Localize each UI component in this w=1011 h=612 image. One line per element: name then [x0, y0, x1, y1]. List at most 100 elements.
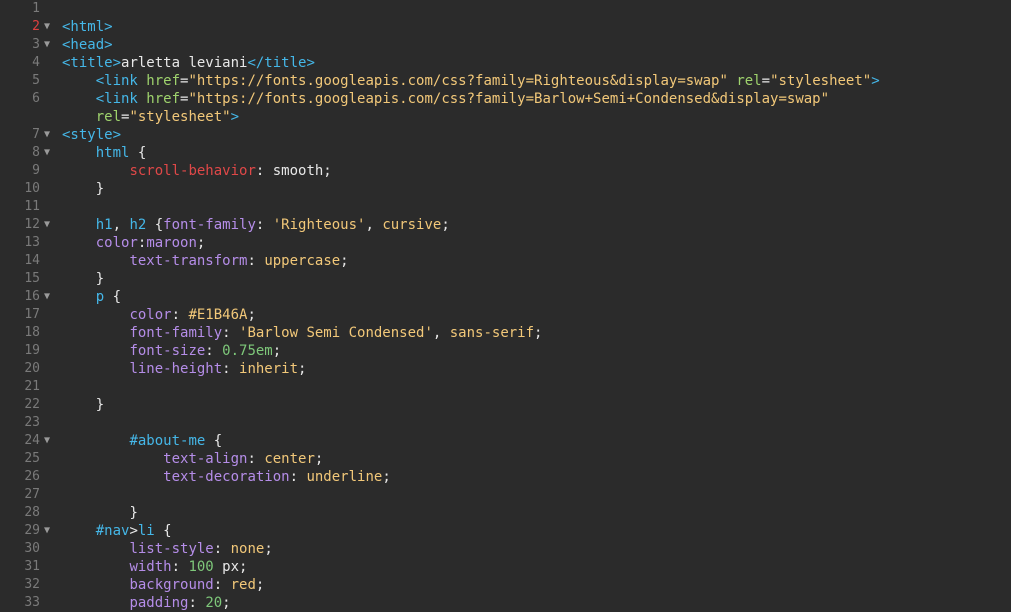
- code-token: :: [213, 541, 231, 557]
- code-token: href: [146, 73, 181, 89]
- code-line[interactable]: 20 line-height: inherit;: [0, 360, 1011, 378]
- code-token: {: [146, 217, 164, 233]
- line-number: 11: [24, 199, 40, 214]
- code-line[interactable]: 4 <title>arletta leviani</title>: [0, 54, 1011, 72]
- line-number: 1: [32, 1, 40, 16]
- code-token: ;: [222, 595, 231, 611]
- fold-arrow-icon[interactable]: ▼: [44, 36, 56, 54]
- code-line[interactable]: 14 text-transform: uppercase;: [0, 252, 1011, 270]
- code-line[interactable]: 25 text-align: center;: [0, 450, 1011, 468]
- code-token: #E1B46A: [188, 307, 248, 323]
- code-line[interactable]: 22}: [0, 396, 1011, 414]
- line-number: 30: [24, 541, 40, 556]
- fold-arrow-icon[interactable]: ▼: [44, 18, 56, 36]
- code-line[interactable]: 19 font-size: 0.75em;: [0, 342, 1011, 360]
- code-token: "https://fonts.googleapis.com/css?family…: [188, 73, 728, 89]
- code-token: sans-serif: [449, 325, 535, 341]
- code-token: }: [95, 181, 105, 197]
- code-token: {: [205, 433, 223, 449]
- fold-arrow-icon[interactable]: ▼: [44, 522, 56, 540]
- code-token: <style>: [62, 127, 122, 143]
- line-number: 31: [24, 559, 40, 574]
- code-line[interactable]: 29 ▼ #nav>li {: [0, 522, 1011, 540]
- code-token: rel: [736, 73, 762, 89]
- code-line[interactable]: 18 font-family: 'Barlow Semi Condensed', …: [0, 324, 1011, 342]
- line-number: 5: [32, 73, 40, 88]
- code-token: :: [205, 343, 223, 359]
- code-token: none: [230, 541, 265, 557]
- code-token: uppercase: [264, 253, 341, 269]
- code-line[interactable]: 2 ▼ <html>: [0, 18, 1011, 36]
- fold-arrow-icon[interactable]: ▼: [44, 432, 56, 450]
- code-token: text-transform: [129, 253, 248, 269]
- code-line[interactable]: 10}: [0, 180, 1011, 198]
- code-line[interactable]: 32 background: red;: [0, 576, 1011, 594]
- line-number: 16: [24, 289, 40, 304]
- code-token: 'Barlow Semi Condensed': [239, 325, 433, 341]
- code-token: 'Righteous': [272, 217, 366, 233]
- code-token: padding: [129, 595, 189, 611]
- line-number: 7: [32, 127, 40, 142]
- code-token: center: [264, 451, 315, 467]
- code-token: }: [129, 505, 138, 521]
- code-token: <link: [95, 91, 147, 107]
- code-line[interactable]: 6 <link href="https://fonts.googleapis.co…: [0, 90, 1011, 108]
- code-line[interactable]: 27: [0, 486, 1011, 504]
- code-line[interactable]: 17 color: #E1B46A;: [0, 306, 1011, 324]
- code-token: :: [289, 469, 307, 485]
- code-line[interactable]: 23: [0, 414, 1011, 432]
- code-text: line-height: inherit;: [129, 360, 306, 378]
- code-line[interactable]: 31 width: 100 px;: [0, 558, 1011, 576]
- code-token: ;: [196, 235, 206, 251]
- code-token: :: [171, 559, 189, 575]
- code-token: font-size: [129, 343, 206, 359]
- code-line[interactable]: 1: [0, 0, 1011, 18]
- code-token: red: [230, 577, 256, 593]
- code-line[interactable]: 16 ▼ p {: [0, 288, 1011, 306]
- code-line[interactable]: 30 list-style: none;: [0, 540, 1011, 558]
- code-token: >: [129, 523, 138, 539]
- code-token: <head>: [62, 37, 113, 53]
- code-line[interactable]: 26 text-decoration: underline;: [0, 468, 1011, 486]
- line-number: 17: [24, 307, 40, 322]
- code-token: rel: [95, 109, 122, 125]
- code-line[interactable]: 11: [0, 198, 1011, 216]
- code-line[interactable]: 33 padding: 20;: [0, 594, 1011, 612]
- code-line[interactable]: rel="stylesheet">: [0, 108, 1011, 126]
- fold-arrow-icon[interactable]: ▼: [44, 144, 56, 162]
- line-number: 18: [24, 325, 40, 340]
- code-token: text-decoration: [163, 469, 290, 485]
- code-line[interactable]: 5 <link href = "https://fonts.googleapis.co…: [0, 72, 1011, 90]
- code-token: "stylesheet": [129, 109, 231, 125]
- code-line[interactable]: 13 color:maroon;: [0, 234, 1011, 252]
- code-token: }: [95, 397, 105, 413]
- code-token: "stylesheet": [770, 73, 872, 89]
- fold-arrow-icon[interactable]: ▼: [44, 216, 56, 234]
- code-token: px;: [213, 559, 248, 575]
- line-number: 27: [24, 487, 40, 502]
- code-token: arletta leviani: [121, 55, 248, 71]
- code-line[interactable]: 3 ▼ <head>: [0, 36, 1011, 54]
- code-line[interactable]: 28}: [0, 504, 1011, 522]
- code-line[interactable]: 8 ▼ html {: [0, 144, 1011, 162]
- code-token: :: [171, 307, 189, 323]
- code-token: ;: [382, 469, 391, 485]
- code-text: <style>: [62, 126, 121, 144]
- code-line[interactable]: 15}: [0, 270, 1011, 288]
- fold-arrow-icon[interactable]: ▼: [44, 288, 56, 306]
- code-text: }: [129, 504, 137, 522]
- line-number: 28: [24, 505, 40, 520]
- code-token: list-style: [129, 541, 214, 557]
- fold-arrow-icon[interactable]: ▼: [44, 126, 56, 144]
- code-line[interactable]: 21: [0, 378, 1011, 396]
- code-line[interactable]: 12 ▼ h1, h2 {font-family: 'Righteous', cur…: [0, 216, 1011, 234]
- code-line[interactable]: 7 ▼ <style>: [0, 126, 1011, 144]
- code-line[interactable]: 9 scroll-behavior: smooth;: [0, 162, 1011, 180]
- code-text: font-size: 0.75em;: [129, 342, 281, 360]
- code-editor[interactable]: 1 2 ▼ <html> 3 ▼ <head> 4 <title>arletta leviani…: [0, 0, 1011, 612]
- line-number: 25: [24, 451, 40, 466]
- code-token: 20: [205, 595, 223, 611]
- code-text: text-decoration: underline;: [163, 468, 391, 486]
- code-text: font-family: 'Barlow Semi Condensed', sa…: [129, 324, 542, 342]
- code-line[interactable]: 24 ▼ #about-me {: [0, 432, 1011, 450]
